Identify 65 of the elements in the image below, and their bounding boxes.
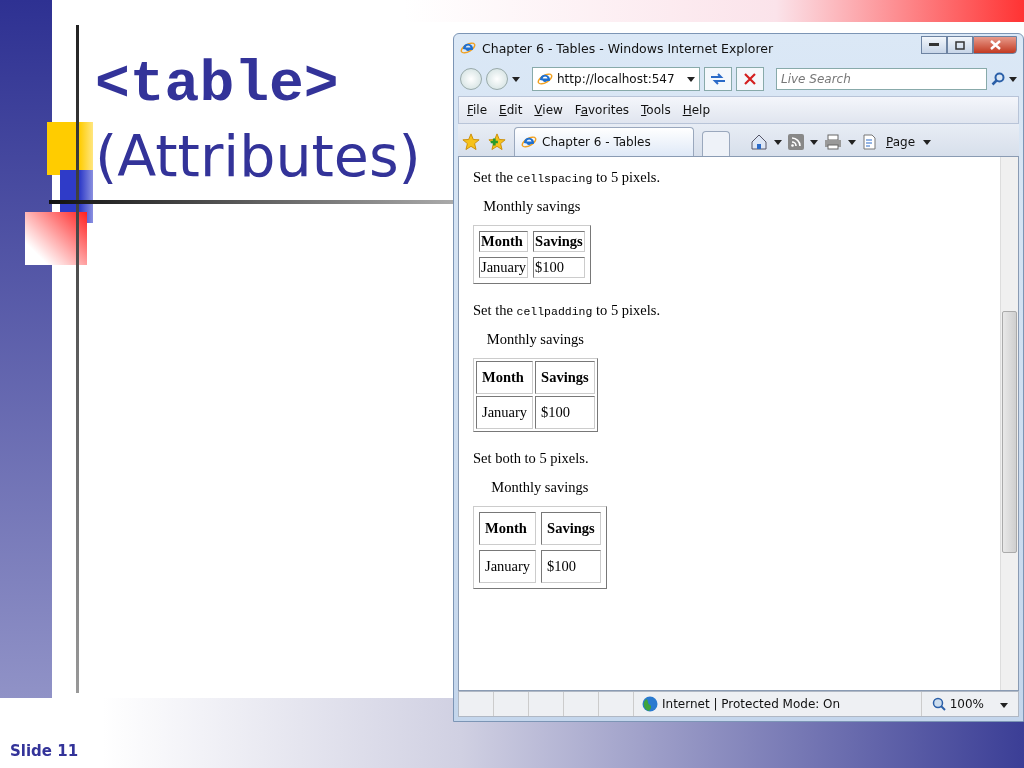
paragraph: Set the cellpadding to 5 pixels. [473, 302, 661, 319]
caret-icon[interactable] [1009, 76, 1017, 82]
maximize-button[interactable] [947, 36, 973, 54]
caret-icon[interactable] [810, 139, 818, 145]
column-header: Savings [535, 361, 595, 394]
table-caption: Monthly savings [485, 331, 585, 349]
caret-icon[interactable] [512, 76, 520, 82]
window-title: Chapter 6 - Tables - Windows Internet Explorer [482, 40, 775, 56]
menu-item[interactable]: Favorites [570, 101, 634, 119]
slide-subtitle: (Attributes) [95, 122, 421, 191]
address-field[interactable]: http://localhost:547 [532, 67, 700, 91]
column-header: Savings [533, 231, 585, 252]
table-cell: $100 [541, 550, 601, 583]
menu-item[interactable]: View [530, 101, 567, 119]
globe-icon [642, 696, 658, 712]
ie-logo-icon [460, 40, 476, 56]
slide-number: Slide 11 [10, 742, 79, 760]
home-icon[interactable] [750, 133, 768, 151]
column-header: Month [476, 361, 534, 394]
paragraph: Set both to 5 pixels. [473, 450, 589, 467]
paragraph: Set the cellspacing to 5 pixels. [473, 169, 661, 186]
table-cell: $100 [535, 396, 595, 429]
minimize-icon[interactable] [929, 43, 939, 47]
stop-button[interactable] [736, 67, 764, 91]
table-caption: Monthly savings [490, 479, 590, 497]
refresh-button[interactable] [704, 67, 732, 91]
page-icon [537, 71, 553, 87]
favorites-star-icon[interactable] [462, 133, 480, 151]
close-button[interactable] [973, 36, 1017, 54]
menu-item[interactable]: Help [678, 101, 714, 119]
table-cell: $100 [533, 257, 585, 278]
refresh-icon[interactable] [710, 72, 726, 86]
page-icon [521, 134, 537, 150]
table-cell: January [479, 257, 529, 278]
caret-icon[interactable] [687, 76, 695, 82]
search-field[interactable]: Live Search [776, 68, 987, 90]
scrollbar[interactable] [1000, 157, 1018, 690]
caret-icon[interactable] [848, 139, 856, 145]
menu-item[interactable]: Tools [637, 101, 675, 119]
zoom-icon[interactable] [931, 697, 946, 711]
feeds-icon[interactable] [788, 134, 804, 150]
caret-icon[interactable] [774, 139, 782, 145]
maximize-icon[interactable] [955, 40, 965, 50]
table-caption: Monthly savings [482, 198, 582, 216]
menu-item[interactable]: File [463, 101, 492, 119]
page-menu[interactable]: Page [882, 133, 920, 151]
table-cell: January [476, 396, 534, 429]
stop-icon[interactable] [744, 73, 756, 85]
caret-icon[interactable] [1000, 703, 1008, 708]
add-favorite-icon[interactable] [488, 133, 506, 151]
column-header: Month [479, 231, 529, 252]
browser-tab[interactable]: Chapter 6 - Tables [514, 127, 694, 156]
caret-icon[interactable] [923, 139, 932, 145]
page-icon[interactable] [862, 134, 878, 150]
close-icon[interactable] [989, 40, 1001, 50]
minimize-button[interactable] [921, 36, 947, 54]
printer-icon[interactable] [824, 134, 842, 150]
slide-title: <table> [95, 52, 340, 118]
zoom-control[interactable]: 100% [920, 692, 1018, 716]
status-text: Internet | Protected Mode: On [662, 697, 841, 711]
menu-item[interactable]: Edit [495, 101, 527, 119]
column-header: Savings [541, 512, 601, 545]
table-cell: January [479, 550, 537, 583]
column-header: Month [479, 512, 537, 545]
search-icon[interactable] [991, 72, 1005, 86]
